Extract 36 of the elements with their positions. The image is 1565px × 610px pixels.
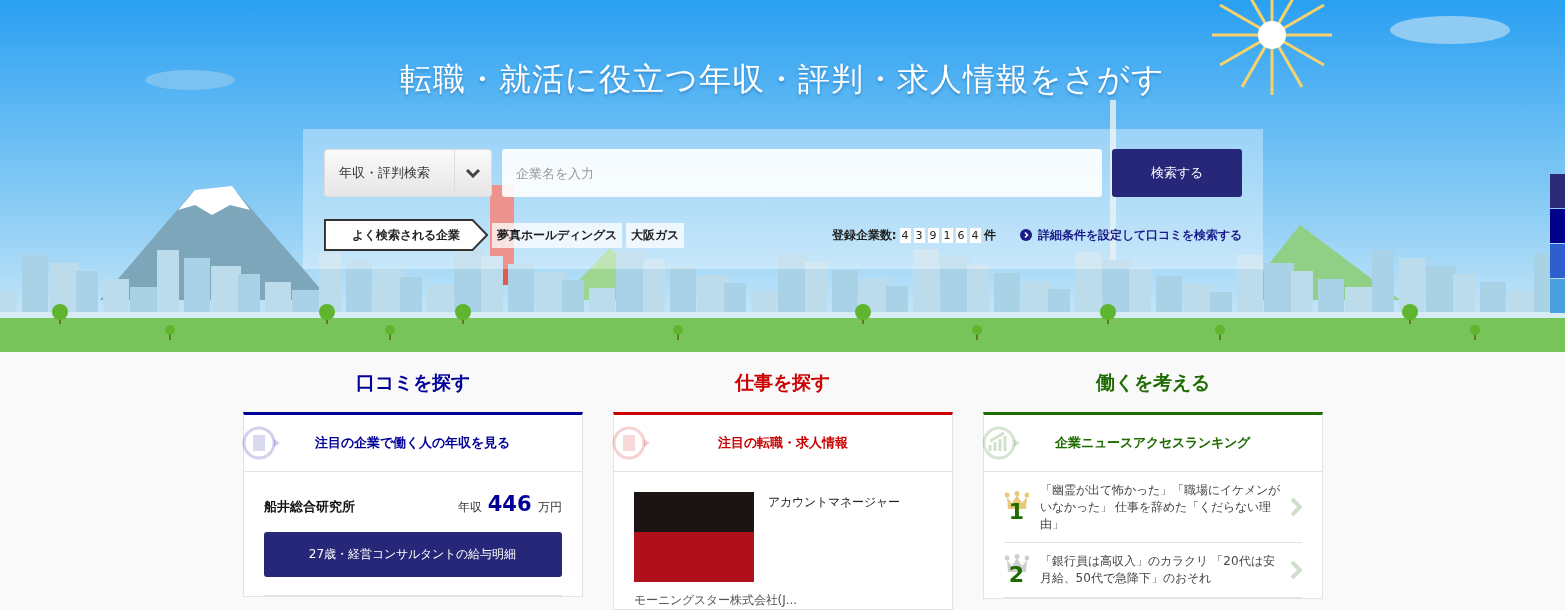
salary-value: 446 [487, 492, 532, 516]
chevron-right-icon [1019, 229, 1032, 241]
count-digit: 9 [927, 227, 939, 243]
count-digit: 1 [941, 227, 953, 243]
rank-number: 1 [1008, 498, 1025, 524]
job-title-link[interactable]: アカウントマネージャー [767, 494, 900, 582]
company-count-label: 登録企業数: [831, 226, 897, 244]
chevron-right-icon [1289, 497, 1302, 518]
company-name: モーニングスター株式会社(J... [633, 592, 799, 609]
count-digit: 4 [899, 227, 911, 243]
card-heading: 企業ニュースアクセスランキング [1055, 434, 1250, 452]
search-button[interactable]: 検索する [1111, 149, 1242, 197]
count-digit: 3 [913, 227, 925, 243]
count-digit: 6 [955, 227, 967, 243]
chevron-down-icon [464, 168, 481, 178]
popular-companies-label: よく検索される企業 [323, 219, 488, 251]
rank-number: 2 [1008, 561, 1025, 587]
salary-detail-button[interactable]: 27歳・経営コンサルタントの給与明細 [263, 532, 562, 577]
company-name: 船井総合研究所 [263, 498, 355, 516]
section-title: 仕事を探す [735, 370, 830, 395]
section-title: 口コミを探す [355, 370, 470, 395]
count-digit: 4 [969, 227, 981, 243]
company-search-field[interactable]: 企業名を入力 [501, 149, 1102, 197]
salary-label: 年収 [457, 499, 482, 516]
news-link[interactable]: 「幽霊が出て怖かった」「職場にイケメンがいなかった」 仕事を辞めた「くだらない理由」 [1039, 482, 1280, 533]
company-link[interactable]: 夢真ホールディングス [491, 222, 622, 248]
news-link[interactable]: 「銀行員は高収入」のカラクリ 「20代は安月給、50代で急降下」のおそれ [1039, 553, 1280, 587]
section-title: 働くを考える [1095, 370, 1210, 395]
card-heading: 注目の転職・求人情報 [717, 434, 848, 452]
advanced-search-link[interactable]: 詳細条件を設定して口コミを検索する [1019, 226, 1242, 244]
count-unit: 件 [983, 226, 996, 244]
page-title: 転職・就活に役立つ年収・評判・求人情報をさがす [400, 59, 1165, 100]
chevron-right-icon [1289, 560, 1302, 581]
salary-unit: 万円 [537, 499, 562, 516]
card-heading: 注目の企業で働く人の年収を見る [315, 434, 510, 452]
category-select[interactable]: 年収・評判検索 [323, 149, 492, 197]
